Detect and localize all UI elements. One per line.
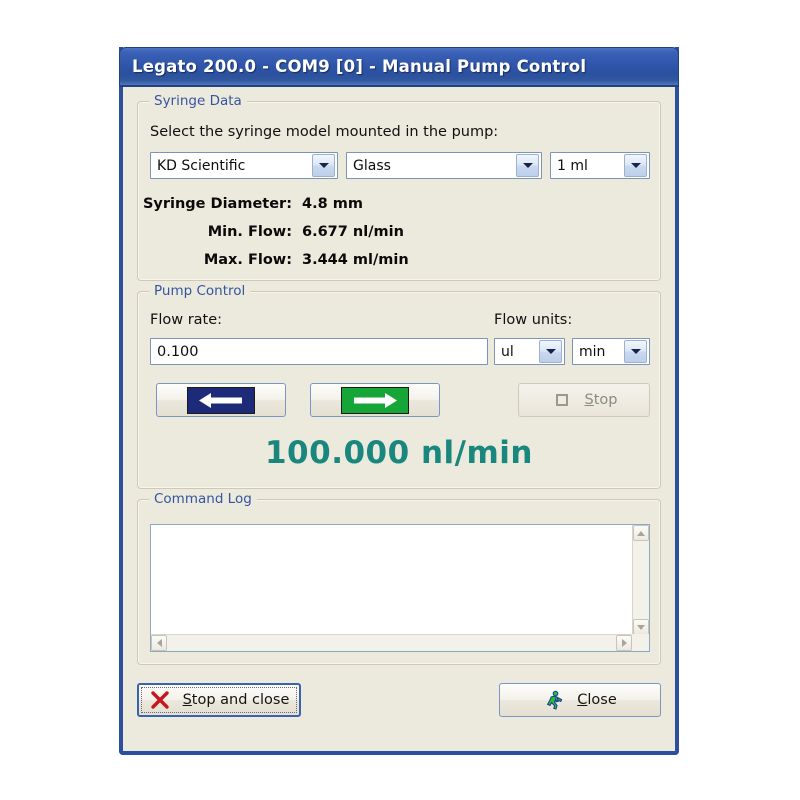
flow-readout: 100.000 nl/min	[264, 435, 533, 471]
syringe-volume-value: 1 ml	[557, 157, 588, 174]
pump-control-group-label: Pump Control	[149, 283, 251, 299]
flow-volume-unit-combo[interactable]: ul	[494, 338, 565, 365]
min-flow-value: 6.677 nl/min	[302, 224, 404, 240]
infuse-button[interactable]	[310, 383, 440, 417]
scrollbar-corner	[632, 634, 649, 651]
syringe-manufacturer-value: KD Scientific	[157, 157, 246, 174]
dialog-client-area: Syringe Data Select the syringe model mo…	[123, 87, 675, 751]
stop-button-label: Stop	[584, 392, 618, 408]
scroll-up-icon[interactable]	[633, 525, 649, 541]
syringe-diameter-value: 4.8 mm	[302, 196, 363, 212]
chevron-down-icon[interactable]	[539, 340, 562, 363]
close-button[interactable]: Close	[499, 683, 661, 717]
flow-volume-unit-value: ul	[501, 343, 514, 360]
red-x-icon	[149, 689, 171, 711]
syringe-data-group: Syringe Data Select the syringe model mo…	[137, 93, 661, 281]
min-flow-label: Min. Flow:	[207, 224, 292, 240]
dialog-titlebar[interactable]: Legato 200.0 - COM9 [0] - Manual Pump Co…	[119, 47, 679, 87]
syringe-material-value: Glass	[353, 157, 391, 174]
stop-and-close-button[interactable]: Stop and close	[137, 683, 301, 717]
chevron-down-icon[interactable]	[516, 154, 539, 177]
dialog-title: Legato 200.0 - COM9 [0] - Manual Pump Co…	[132, 57, 587, 76]
syringe-diameter-label: Syringe Diameter:	[142, 196, 292, 212]
command-log-group-label: Command Log	[149, 491, 257, 507]
flow-rate-input[interactable]: 0.100	[150, 338, 488, 365]
syringe-material-combo[interactable]: Glass	[346, 152, 542, 179]
chevron-down-icon[interactable]	[312, 154, 335, 177]
flow-rate-label: Flow rate:	[150, 312, 223, 328]
close-button-label: Close	[577, 692, 617, 708]
chevron-down-icon[interactable]	[624, 154, 647, 177]
scroll-right-icon[interactable]	[616, 635, 632, 651]
max-flow-label: Max. Flow:	[203, 252, 292, 268]
command-log-horizontal-scrollbar[interactable]	[151, 634, 649, 651]
flow-time-unit-value: min	[579, 343, 606, 360]
scroll-left-icon[interactable]	[151, 635, 167, 651]
syringe-volume-combo[interactable]: 1 ml	[550, 152, 650, 179]
flow-units-label: Flow units:	[494, 312, 573, 328]
command-log-textarea[interactable]	[150, 524, 650, 652]
scroll-down-icon[interactable]	[633, 619, 649, 635]
exit-running-man-icon	[543, 689, 565, 711]
stop-square-icon	[551, 389, 573, 411]
stop-button[interactable]: Stop	[518, 383, 650, 417]
chevron-down-icon[interactable]	[624, 340, 647, 363]
arrow-left-icon	[187, 386, 255, 414]
syringe-manufacturer-combo[interactable]: KD Scientific	[150, 152, 338, 179]
command-log-vertical-scrollbar[interactable]	[632, 525, 649, 635]
syringe-data-group-label: Syringe Data	[149, 93, 247, 109]
arrow-right-icon	[341, 386, 409, 414]
stop-and-close-label: Stop and close	[182, 692, 290, 708]
screenshot-root: Legato 200.0 - COM9 [0] - Manual Pump Co…	[0, 0, 800, 800]
pump-control-group: Pump Control Flow rate: Flow units: 0.10…	[137, 283, 661, 489]
command-log-group: Command Log	[137, 491, 661, 665]
syringe-select-instruction: Select the syringe model mounted in the …	[150, 124, 499, 140]
withdraw-button[interactable]	[156, 383, 286, 417]
max-flow-value: 3.444 ml/min	[302, 252, 409, 268]
flow-time-unit-combo[interactable]: min	[572, 338, 650, 365]
